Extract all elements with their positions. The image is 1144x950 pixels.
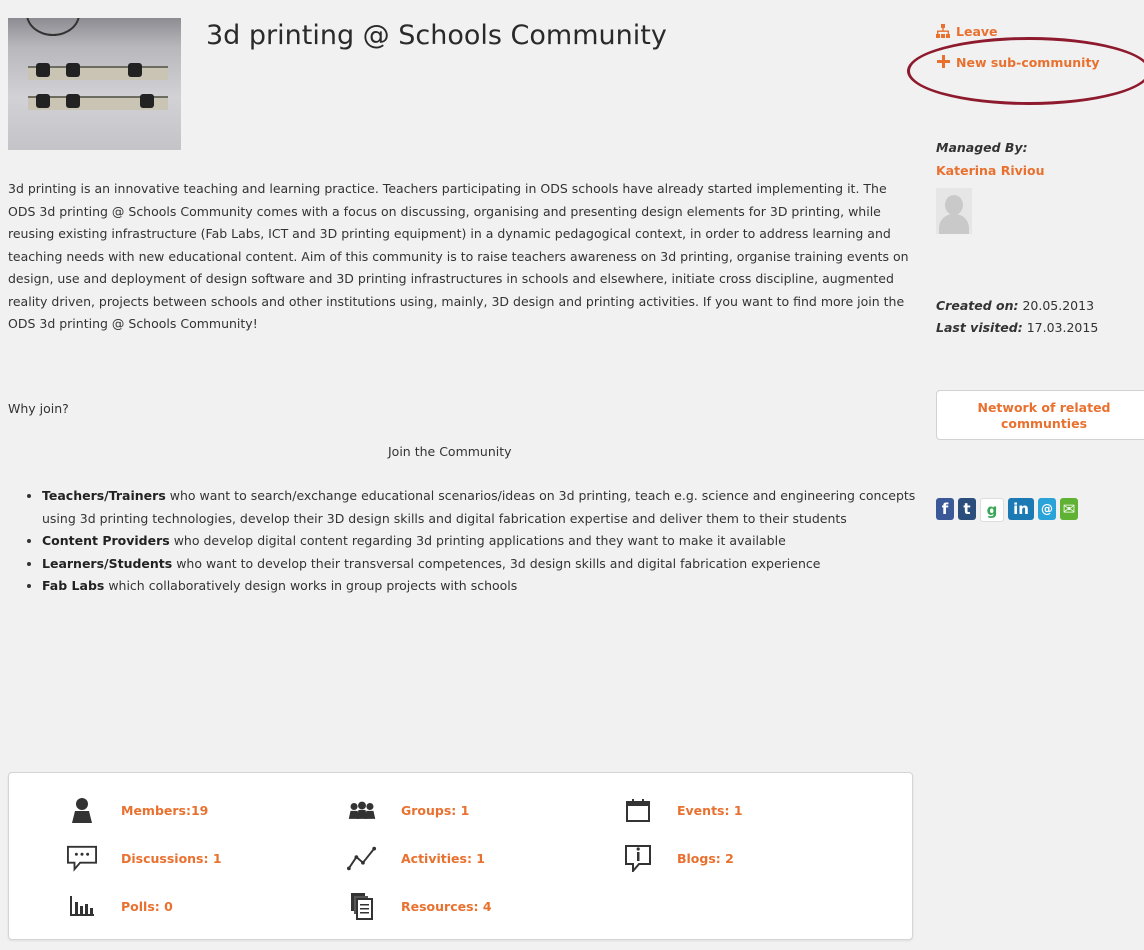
- last-visited-label: Last visited:: [936, 320, 1023, 335]
- bar-chart-icon: [67, 891, 97, 921]
- managed-by-label: Managed By:: [936, 140, 1028, 155]
- list-item-title: Learners/Students: [42, 555, 173, 571]
- tumblr-icon[interactable]: t: [958, 498, 976, 520]
- sitemap-icon: [936, 24, 950, 38]
- list-item-title: Content Providers: [42, 533, 170, 548]
- leave-label: Leave: [956, 23, 998, 39]
- community-description: 3d printing is an innovative teaching an…: [8, 181, 909, 331]
- list-item: Content Providers who develop digital co…: [42, 530, 932, 553]
- created-on-value: 20.05.2013: [1018, 298, 1095, 313]
- calendar-icon: [623, 795, 653, 825]
- google-plus-icon[interactable]: g: [980, 498, 1004, 522]
- network-related-communities-button[interactable]: Network of related communties: [936, 390, 1144, 440]
- members-stat[interactable]: Members:19: [67, 795, 208, 825]
- discussions-stat[interactable]: Discussions: 1: [67, 843, 222, 873]
- groups-stat[interactable]: Groups: 1: [347, 795, 469, 825]
- blog-icon: [623, 843, 653, 873]
- last-visited-row: Last visited: 17.03.2015: [936, 317, 1098, 339]
- discussions-label: Discussions: 1: [121, 850, 222, 866]
- member-icon: [67, 795, 97, 825]
- community-meta: Created on: 20.05.2013 Last visited: 17.…: [936, 295, 1098, 339]
- manager-name-link[interactable]: Katerina Riviou: [936, 163, 1045, 178]
- resources-stat[interactable]: Resources: 4: [347, 891, 492, 921]
- list-item: Teachers/Trainers who want to search/exc…: [42, 485, 932, 530]
- community-thumbnail: [8, 18, 181, 150]
- list-item-title: Fab Labs: [42, 578, 105, 593]
- join-community-link[interactable]: Join the Community: [388, 444, 512, 459]
- created-on-label: Created on:: [936, 298, 1019, 313]
- group-icon: [347, 795, 377, 825]
- blogs-stat[interactable]: Blogs: 2: [623, 843, 734, 873]
- members-label: Members:19: [121, 802, 209, 818]
- page-title: 3d printing @ Schools Community: [206, 20, 667, 51]
- last-visited-value: 17.03.2015: [1022, 320, 1099, 335]
- email-icon[interactable]: ✉: [1060, 498, 1078, 520]
- groups-label: Groups: 1: [401, 802, 470, 818]
- avatar[interactable]: [936, 188, 972, 234]
- benefits-list: Teachers/Trainers who want to search/exc…: [22, 485, 932, 598]
- at-mention-icon[interactable]: @: [1038, 498, 1056, 520]
- list-item: Fab Labs which collaboratively design wo…: [42, 575, 932, 598]
- activities-stat[interactable]: Activities: 1: [347, 843, 485, 873]
- discussion-icon: [67, 843, 97, 873]
- events-label: Events: 1: [677, 802, 743, 818]
- community-stats-panel: Members:19 Groups: 1 Events: 1 Discussio…: [8, 772, 913, 940]
- list-item-text: which collaboratively design works in gr…: [104, 578, 518, 593]
- list-item: Learners/Students who want to develop th…: [42, 553, 932, 576]
- social-share-bar: f t g in @ ✉: [936, 498, 1078, 522]
- highlight-annotation-ellipse: [907, 37, 1144, 105]
- events-stat[interactable]: Events: 1: [623, 795, 743, 825]
- polls-label: Polls: 0: [121, 898, 173, 914]
- list-item-text: who want to develop their transversal co…: [172, 555, 821, 571]
- facebook-icon[interactable]: f: [936, 498, 954, 520]
- list-item-title: Teachers/Trainers: [42, 488, 166, 503]
- why-join-label: Why join?: [8, 401, 69, 416]
- list-item-text: who develop digital content regarding 3d…: [169, 533, 786, 548]
- list-item-text: who want to search/exchange educational …: [42, 488, 916, 526]
- polls-stat[interactable]: Polls: 0: [67, 891, 173, 921]
- linkedin-icon[interactable]: in: [1008, 498, 1034, 520]
- resources-label: Resources: 4: [401, 898, 492, 914]
- created-on-row: Created on: 20.05.2013: [936, 295, 1098, 317]
- activity-graph-icon: [347, 843, 377, 873]
- documents-icon: [347, 891, 377, 921]
- blogs-label: Blogs: 2: [677, 850, 734, 866]
- activities-label: Activities: 1: [401, 850, 486, 866]
